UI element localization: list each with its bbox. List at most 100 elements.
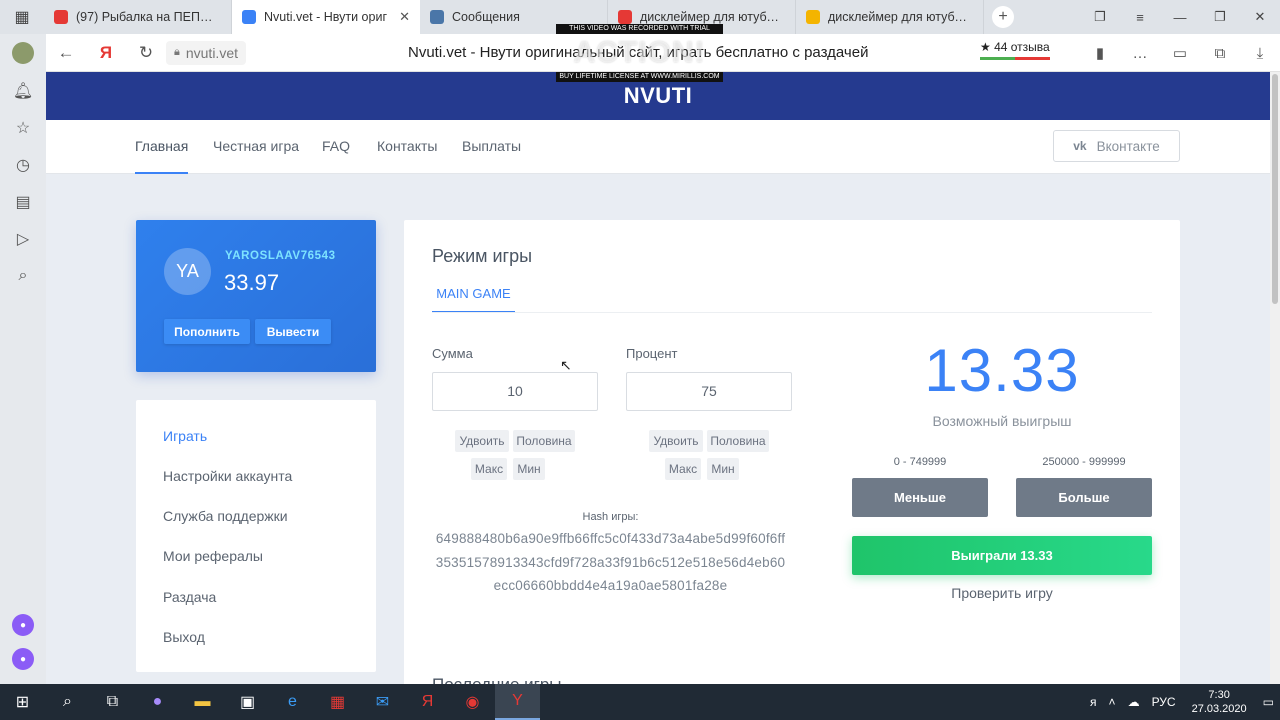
- system-tray: ᴙ ˄ ☁ РУС 7:30 27.03.2020 ▭: [1084, 684, 1280, 720]
- search-page-icon[interactable]: ⌕: [0, 257, 46, 294]
- images-favicon-icon: [806, 10, 820, 24]
- nav-home[interactable]: Главная: [135, 120, 189, 174]
- tab-divider: [432, 312, 1152, 313]
- alice-taskbar-icon[interactable]: ●: [135, 684, 180, 720]
- scrollbar-thumb[interactable]: [1272, 74, 1278, 304]
- game-card: Режим игры MAIN GAME Сумма 10 Процент 75…: [404, 220, 1180, 684]
- close-window-icon[interactable]: ✕: [1240, 0, 1280, 34]
- new-tab-button[interactable]: +: [992, 6, 1014, 28]
- menu-icon[interactable]: ≡: [1120, 0, 1160, 34]
- menu-giveaway[interactable]: Раздача: [163, 589, 216, 605]
- sum-half-button[interactable]: Половина: [513, 430, 575, 452]
- tab-title: Nvuti.vet - Нвути ориг: [264, 10, 388, 24]
- more-button[interactable]: Больше: [1016, 478, 1152, 517]
- deposit-button[interactable]: Пополнить: [164, 319, 250, 344]
- sum-input[interactable]: 10: [432, 372, 598, 411]
- tab-title: дисклеймер для ютуба —: [640, 10, 785, 24]
- task-view-icon[interactable]: ⧉: [90, 684, 135, 720]
- sum-max-button[interactable]: Макс: [471, 458, 507, 480]
- page-scrollbar[interactable]: [1270, 72, 1280, 684]
- sum-double-button[interactable]: Удвоить: [455, 430, 509, 452]
- lock-icon: 🔒︎: [174, 46, 180, 58]
- username: YAROSLAAV76543: [225, 250, 336, 262]
- tab-title: дисклеймер для ютуба: 9: [828, 10, 973, 24]
- nav-payouts[interactable]: Выплаты: [462, 120, 521, 174]
- reviews-badge[interactable]: ★ 44 отзыва: [980, 40, 1050, 60]
- browser-tab-messages[interactable]: Сообщения: [420, 0, 608, 34]
- windows-start-icon[interactable]: ⊞: [0, 684, 45, 720]
- vk-button[interactable]: vk Вконтакте: [1053, 130, 1180, 162]
- alice-assistant-icon[interactable]: ●: [12, 614, 34, 636]
- back-arrow-icon[interactable]: ←: [46, 34, 86, 72]
- downloads-icon[interactable]: ⤓: [1240, 34, 1280, 72]
- percent-input[interactable]: 75: [626, 372, 792, 411]
- nvuti-favicon-icon: [242, 10, 256, 24]
- reload-icon[interactable]: ↻: [126, 34, 166, 72]
- menu-support[interactable]: Служба поддержки: [163, 508, 288, 524]
- gift-app-icon[interactable]: ▦: [315, 684, 360, 720]
- people-icon[interactable]: ᴙ: [1084, 695, 1103, 709]
- percent-min-button[interactable]: Мин: [707, 458, 739, 480]
- file-explorer-icon[interactable]: ▬: [180, 684, 225, 720]
- browser-tab-disclaimer-1[interactable]: дисклеймер для ютуба —: [608, 0, 796, 34]
- history-clock-icon[interactable]: ◷: [0, 146, 46, 183]
- range-low-label: 0 - 749999: [893, 456, 947, 468]
- close-tab-icon[interactable]: ✕: [399, 9, 410, 25]
- chevron-up-icon[interactable]: ˄: [1103, 695, 1122, 709]
- nav-faq[interactable]: FAQ: [322, 120, 350, 174]
- alice-voice-icon[interactable]: ●: [12, 648, 34, 670]
- browser-tab-disclaimer-2[interactable]: дисклеймер для ютуба: 9: [796, 0, 984, 34]
- recorder-app-icon[interactable]: ◉: [450, 684, 495, 720]
- notifications-bell-icon[interactable]: 🔔︎: [0, 72, 46, 109]
- edge-icon[interactable]: e: [270, 684, 315, 720]
- menu-account-settings[interactable]: Настройки аккаунта: [163, 468, 292, 484]
- store-icon[interactable]: ▣: [225, 684, 270, 720]
- cloud-icon[interactable]: ☁: [1122, 695, 1146, 709]
- user-balance: 33.97: [224, 270, 280, 295]
- yandex-app-icon[interactable]: Я: [405, 684, 450, 720]
- clock-time: 7:30: [1208, 689, 1230, 701]
- browser-tab-youtube[interactable]: (97) Рыбалка на ПЕПСИ и: [44, 0, 232, 34]
- menu-play[interactable]: Играть: [163, 428, 207, 444]
- last-games-heading: Последние игры: [432, 675, 562, 684]
- percent-max-button[interactable]: Макс: [665, 458, 701, 480]
- url-field[interactable]: 🔒︎ nvuti.vet: [166, 40, 246, 65]
- hash-line: ecc06660bbdd4e4a19a0ae5801fa28e: [493, 578, 728, 593]
- yandex-logo-icon[interactable]: Я: [86, 34, 126, 72]
- notifications-icon[interactable]: ▭: [1257, 695, 1280, 709]
- language-indicator[interactable]: РУС: [1146, 695, 1182, 709]
- user-card: YA YAROSLAAV76543 33.97 Пополнить Вывест…: [136, 220, 376, 372]
- sum-min-button[interactable]: Мин: [513, 458, 545, 480]
- nav-contacts[interactable]: Контакты: [377, 120, 437, 174]
- tab-main-game[interactable]: MAIN GAME: [432, 286, 515, 313]
- favorites-star-icon[interactable]: ☆: [0, 109, 46, 146]
- menu-logout[interactable]: Выход: [163, 629, 205, 645]
- percent-double-button[interactable]: Удвоить: [649, 430, 703, 452]
- site-brand[interactable]: NVUTI: [46, 72, 1270, 120]
- sum-label: Сумма: [432, 346, 473, 361]
- check-game-link[interactable]: Проверить игру: [852, 585, 1152, 601]
- withdraw-button[interactable]: Вывести: [255, 319, 331, 344]
- collections-icon[interactable]: ▤: [0, 183, 46, 220]
- minimize-icon[interactable]: —: [1160, 0, 1200, 34]
- profile-avatar[interactable]: [12, 42, 34, 64]
- tabs-icon[interactable]: ❐: [1080, 0, 1120, 34]
- video-play-icon[interactable]: ▷: [0, 220, 46, 257]
- yandex-browser-icon[interactable]: Y: [495, 684, 540, 720]
- search-icon[interactable]: ⌕: [45, 684, 90, 720]
- bookmark-icon[interactable]: ▮: [1080, 34, 1120, 72]
- menu-referrals[interactable]: Мои рефералы: [163, 548, 263, 564]
- more-icon[interactable]: …: [1120, 34, 1160, 72]
- battery-icon[interactable]: ▭: [1160, 34, 1200, 72]
- clock[interactable]: 7:30 27.03.2020: [1182, 688, 1257, 716]
- mouse-cursor-icon: ↖: [560, 357, 572, 373]
- nav-fair-game[interactable]: Честная игра: [213, 120, 299, 174]
- less-button[interactable]: Меньше: [852, 478, 988, 517]
- percent-half-button[interactable]: Половина: [707, 430, 769, 452]
- browser-tab-nvuti[interactable]: Nvuti.vet - Нвути ориг ✕: [232, 0, 420, 34]
- apps-grid-icon[interactable]: ▦: [0, 0, 44, 34]
- youtube-favicon-icon: [54, 10, 68, 24]
- extensions-icon[interactable]: ⧉: [1200, 34, 1240, 72]
- maximize-icon[interactable]: ❐: [1200, 0, 1240, 34]
- mail-icon[interactable]: ✉: [360, 684, 405, 720]
